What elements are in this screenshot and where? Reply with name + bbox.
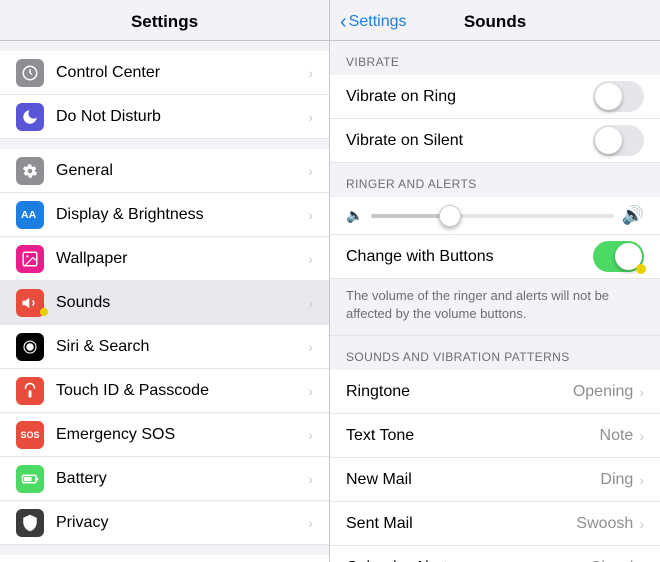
svg-text:AA: AA	[21, 209, 37, 221]
patterns-section-header: SOUNDS AND VIBRATION PATTERNS	[330, 336, 660, 370]
chevron-icon: ›	[308, 163, 313, 179]
text-tone-item[interactable]: Text Tone Note ›	[330, 414, 660, 458]
chevron-icon: ›	[308, 65, 313, 81]
control-center-icon	[16, 59, 44, 87]
chevron-icon: ›	[308, 427, 313, 443]
vibrate-section: Vibrate on Ring Vibrate on Silent	[330, 75, 660, 163]
new-mail-value: Ding	[600, 471, 633, 489]
ringer-section-header: RINGER AND ALERTS	[330, 163, 660, 197]
sidebar-item-itunes[interactable]: iTunes & App Store ›	[0, 555, 329, 562]
chevron-icon: ›	[639, 384, 644, 400]
change-with-buttons-row: Change with Buttons	[330, 235, 660, 279]
sidebar-item-battery[interactable]: Battery ›	[0, 457, 329, 501]
sidebar-item-touch-id[interactable]: Touch ID & Passcode ›	[0, 369, 329, 413]
gear-icon	[16, 157, 44, 185]
sos-icon: SOS	[16, 421, 44, 449]
back-button[interactable]: ‹ Settings	[340, 11, 406, 34]
general-label: General	[56, 162, 304, 180]
privacy-label: Privacy	[56, 514, 304, 532]
chevron-icon: ›	[308, 471, 313, 487]
emergency-sos-label: Emergency SOS	[56, 426, 304, 444]
sent-mail-label: Sent Mail	[346, 515, 576, 533]
sidebar-item-emergency-sos[interactable]: SOS Emergency SOS ›	[0, 413, 329, 457]
battery-icon	[16, 465, 44, 493]
siri-label: Siri & Search	[56, 338, 304, 356]
chevron-icon: ›	[308, 383, 313, 399]
display-icon: AA	[16, 201, 44, 229]
yellow-indicator	[636, 264, 646, 274]
calendar-alerts-item[interactable]: Calendar Alerts Chord ›	[330, 546, 660, 562]
sidebar-item-display[interactable]: AA Display & Brightness ›	[0, 193, 329, 237]
vibrate-on-silent-row: Vibrate on Silent	[330, 119, 660, 163]
volume-high-icon: 🔊	[622, 205, 644, 226]
left-panel: Settings Control Center › Do Not Disturb…	[0, 0, 330, 562]
chevron-icon: ›	[639, 428, 644, 444]
ringtone-label: Ringtone	[346, 383, 573, 401]
right-content: VIBRATE Vibrate on Ring Vibrate on Silen…	[330, 41, 660, 562]
privacy-icon	[16, 509, 44, 537]
settings-list: Control Center › Do Not Disturb ›	[0, 51, 329, 139]
vibrate-on-ring-label: Vibrate on Ring	[346, 88, 593, 106]
vibrate-on-silent-toggle[interactable]	[593, 125, 644, 156]
chevron-icon: ›	[308, 109, 313, 125]
moon-icon	[16, 103, 44, 131]
battery-label: Battery	[56, 470, 304, 488]
slider-fill	[371, 214, 444, 218]
chevron-icon: ›	[308, 251, 313, 267]
chevron-icon: ›	[308, 339, 313, 355]
sidebar-item-wallpaper[interactable]: Wallpaper ›	[0, 237, 329, 281]
sounds-label: Sounds	[56, 294, 304, 312]
volume-slider-row: 🔈 🔊	[330, 197, 660, 235]
new-mail-label: New Mail	[346, 471, 600, 489]
toggle-thumb	[595, 127, 622, 154]
volume-low-icon: 🔈	[346, 207, 363, 224]
sent-mail-item[interactable]: Sent Mail Swoosh ›	[330, 502, 660, 546]
chevron-icon: ›	[308, 207, 313, 223]
chevron-icon: ›	[308, 515, 313, 531]
vibrate-on-silent-label: Vibrate on Silent	[346, 132, 593, 150]
vibrate-on-ring-row: Vibrate on Ring	[330, 75, 660, 119]
sidebar-item-siri[interactable]: Siri & Search ›	[0, 325, 329, 369]
settings-list-3: iTunes & App Store ›	[0, 555, 329, 562]
touch-id-label: Touch ID & Passcode	[56, 382, 304, 400]
sounds-indicator	[40, 308, 48, 316]
sidebar-item-do-not-disturb[interactable]: Do Not Disturb ›	[0, 95, 329, 139]
vibrate-section-header: VIBRATE	[330, 41, 660, 75]
chevron-icon: ›	[308, 295, 313, 311]
sidebar-item-sounds[interactable]: Sounds ›	[0, 281, 329, 325]
touch-id-icon	[16, 377, 44, 405]
sidebar-item-privacy[interactable]: Privacy ›	[0, 501, 329, 545]
do-not-disturb-label: Do Not Disturb	[56, 108, 304, 126]
left-header: Settings	[0, 0, 329, 41]
ringtone-item[interactable]: Ringtone Opening ›	[330, 370, 660, 414]
change-with-buttons-toggle[interactable]	[593, 241, 644, 272]
text-tone-label: Text Tone	[346, 427, 600, 445]
ringer-info-text: The volume of the ringer and alerts will…	[330, 279, 660, 336]
control-center-label: Control Center	[56, 64, 304, 82]
new-mail-item[interactable]: New Mail Ding ›	[330, 458, 660, 502]
sound-patterns-list: Ringtone Opening › Text Tone Note › New …	[330, 370, 660, 562]
chevron-icon: ›	[639, 516, 644, 532]
right-panel: ‹ Settings Sounds VIBRATE Vibrate on Rin…	[330, 0, 660, 562]
sidebar-item-general[interactable]: General ›	[0, 149, 329, 193]
back-label: Settings	[349, 13, 407, 31]
settings-list-2: General › AA Display & Brightness › Wall…	[0, 149, 329, 545]
wallpaper-label: Wallpaper	[56, 250, 304, 268]
chevron-icon: ›	[639, 472, 644, 488]
right-title: Sounds	[464, 12, 526, 32]
back-chevron-icon: ‹	[340, 11, 347, 34]
text-tone-value: Note	[600, 427, 634, 445]
slider-thumb[interactable]	[439, 205, 461, 227]
wallpaper-icon	[16, 245, 44, 273]
ringtone-value: Opening	[573, 383, 634, 401]
display-label: Display & Brightness	[56, 206, 304, 224]
sent-mail-value: Swoosh	[576, 515, 633, 533]
vibrate-on-ring-toggle[interactable]	[593, 81, 644, 112]
change-with-buttons-label: Change with Buttons	[346, 248, 593, 266]
right-header: ‹ Settings Sounds	[330, 0, 660, 41]
siri-icon	[16, 333, 44, 361]
toggle-thumb	[595, 83, 622, 110]
volume-slider-track[interactable]	[371, 214, 613, 218]
sidebar-item-control-center[interactable]: Control Center ›	[0, 51, 329, 95]
